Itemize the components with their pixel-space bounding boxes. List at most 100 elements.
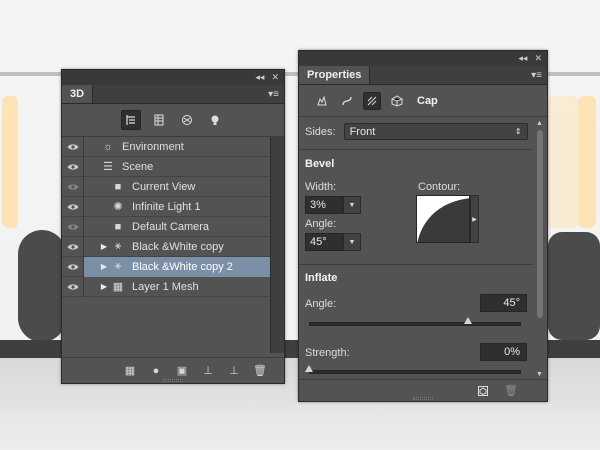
sides-row: Sides: Front ⇕: [305, 123, 528, 140]
render-icon[interactable]: ▣: [174, 363, 190, 379]
tree-row[interactable]: ▶ ⚹ Black &White copy: [62, 236, 270, 257]
tree-row[interactable]: ■ Current View: [62, 176, 270, 197]
scene-filter-icon[interactable]: [121, 110, 141, 130]
cap-mode-icon[interactable]: [363, 91, 381, 110]
visibility-eye-icon[interactable]: [62, 256, 84, 277]
scene-tree: ☼ Environment ☰ Scene ■ Current View ✺ Infinite…: [62, 136, 270, 353]
properties-scrollbar[interactable]: ▲ ▼: [535, 120, 545, 378]
sides-select[interactable]: Front ⇕: [343, 123, 528, 140]
extrusion-bulge-left: [2, 96, 18, 228]
inflate-angle-label: Angle:: [305, 298, 337, 310]
divider: [299, 264, 533, 265]
tree-row[interactable]: ☰ Scene: [62, 156, 270, 177]
coordinates-mode-icon[interactable]: [388, 92, 406, 110]
layer-type-icon: ☰: [103, 161, 113, 173]
trash-icon[interactable]: 🗑: [503, 383, 519, 399]
inflate-strength-input[interactable]: 0%: [480, 343, 527, 361]
properties-mode-toolbar: Cap: [299, 85, 547, 117]
extruded-glyph-left: [18, 230, 66, 342]
inflate-angle-input[interactable]: 45°: [480, 294, 527, 312]
bevel-width-input[interactable]: 3%: [305, 196, 343, 214]
material-filter-icon[interactable]: [177, 110, 197, 130]
layer-type-icon: ⚹: [114, 240, 122, 252]
contour-chevron-icon[interactable]: ▶: [470, 195, 479, 243]
tree-row-label: Current View: [132, 180, 196, 193]
render-icon[interactable]: [475, 383, 491, 399]
properties-titlebar[interactable]: ◂◂ ✕: [299, 51, 547, 66]
visibility-eye-icon[interactable]: [62, 196, 84, 217]
tree-row-label: Black &White copy: [132, 240, 224, 253]
layer-type-icon: ☼: [102, 140, 114, 153]
scrollbar-thumb[interactable]: [537, 130, 543, 318]
mesh-filter-icon[interactable]: [149, 110, 169, 130]
inflate-strength-slider-thumb[interactable]: [305, 365, 313, 372]
visibility-eye-icon[interactable]: [62, 156, 84, 177]
move-to-ground-icon[interactable]: ⊥: [200, 363, 216, 379]
layer-type-icon: ■: [114, 220, 122, 233]
panel-properties: ◂◂ ✕ Properties ▾≡ Cap Sides: Front ⇕ Be…: [298, 50, 548, 402]
drop-to-ground-icon[interactable]: ⊥: [226, 363, 242, 379]
twirl-arrow-icon[interactable]: ▶: [98, 242, 110, 251]
extrusion-bulge-right: [578, 96, 596, 228]
scroll-down-icon[interactable]: ▼: [536, 371, 543, 378]
deform-mode-icon[interactable]: [338, 92, 356, 110]
panel-menu-icon[interactable]: ▾≡: [531, 66, 547, 84]
inflate-angle-slider[interactable]: [309, 322, 521, 326]
visibility-eye-icon[interactable]: [62, 236, 84, 257]
tab-3d[interactable]: 3D: [62, 85, 94, 103]
add-mesh-icon[interactable]: ▦: [122, 363, 138, 379]
inflate-strength-slider[interactable]: [309, 370, 521, 374]
tab-properties[interactable]: Properties: [299, 66, 371, 84]
properties-tabbar: Properties ▾≡: [299, 66, 547, 85]
inflate-angle-slider-thumb[interactable]: [464, 317, 472, 324]
close-icon[interactable]: ✕: [534, 53, 542, 64]
contour-label: Contour:: [418, 181, 461, 193]
resize-grip[interactable]: [413, 397, 433, 400]
mesh-mode-icon[interactable]: [313, 92, 331, 110]
visibility-eye-icon[interactable]: [62, 216, 84, 237]
twirl-arrow-icon[interactable]: ▶: [98, 262, 110, 271]
twirl-arrow-icon[interactable]: ▶: [98, 282, 110, 291]
mode-label: Cap: [417, 94, 438, 107]
tree-row[interactable]: ✺ Infinite Light 1: [62, 196, 270, 217]
add-light-icon[interactable]: ●: [148, 363, 164, 379]
tree-row-label: Infinite Light 1: [132, 200, 201, 213]
visibility-eye-icon[interactable]: [62, 136, 84, 157]
resize-grip[interactable]: [163, 379, 183, 382]
tree-row[interactable]: ▶ ▦ Layer 1 Mesh: [62, 276, 270, 297]
tree-row-label: Black &White copy 2: [132, 260, 233, 273]
chevron-down-icon[interactable]: ▼: [343, 233, 361, 251]
collapse-icon[interactable]: ◂◂: [518, 53, 527, 64]
tree-row[interactable]: ■ Default Camera: [62, 216, 270, 237]
tree-row[interactable]: ▶ ⚹ Black &White copy 2: [62, 256, 270, 277]
tree-row-label: Default Camera: [132, 220, 210, 233]
chevron-down-icon[interactable]: ▼: [343, 196, 361, 214]
layer-type-icon: ✺: [113, 201, 123, 213]
extruded-glyph-right: [548, 232, 600, 340]
light-filter-icon[interactable]: [205, 110, 225, 130]
sides-value: Front: [349, 125, 376, 138]
visibility-eye-icon[interactable]: [62, 276, 84, 297]
scroll-up-icon[interactable]: ▲: [536, 120, 543, 127]
tree-row-label: Layer 1 Mesh: [132, 280, 199, 293]
panel-3d-titlebar[interactable]: ◂◂ ✕: [62, 70, 284, 85]
bevel-width-label: Width:: [305, 181, 337, 193]
trash-icon[interactable]: 🗑: [252, 363, 268, 379]
bevel-angle-input[interactable]: 45°: [305, 233, 343, 251]
layer-type-icon: ⚹: [114, 260, 122, 272]
tree-row[interactable]: ☼ Environment: [62, 136, 270, 157]
visibility-eye-icon[interactable]: [62, 176, 84, 197]
properties-content: Sides: Front ⇕ Bevel Width: 3% ▼ Angle: …: [299, 118, 533, 376]
filter-toolbar: [62, 104, 284, 137]
bevel-angle-label: Angle:: [305, 218, 337, 230]
scene-tree-scrollbar[interactable]: [270, 137, 284, 353]
close-icon[interactable]: ✕: [271, 72, 279, 83]
panel-3d: ◂◂ ✕ 3D ▾≡ ☼ Environment ☰ Scene ■ Current Vi…: [61, 69, 285, 384]
divider: [299, 149, 533, 150]
extrusion-bulge-right-inner: [548, 96, 578, 228]
contour-preview[interactable]: [416, 195, 470, 243]
panel-3d-tabbar: 3D ▾≡: [62, 85, 284, 104]
inflate-strength-label: Strength:: [305, 347, 350, 359]
panel-menu-icon[interactable]: ▾≡: [268, 85, 284, 103]
collapse-icon[interactable]: ◂◂: [255, 72, 264, 83]
